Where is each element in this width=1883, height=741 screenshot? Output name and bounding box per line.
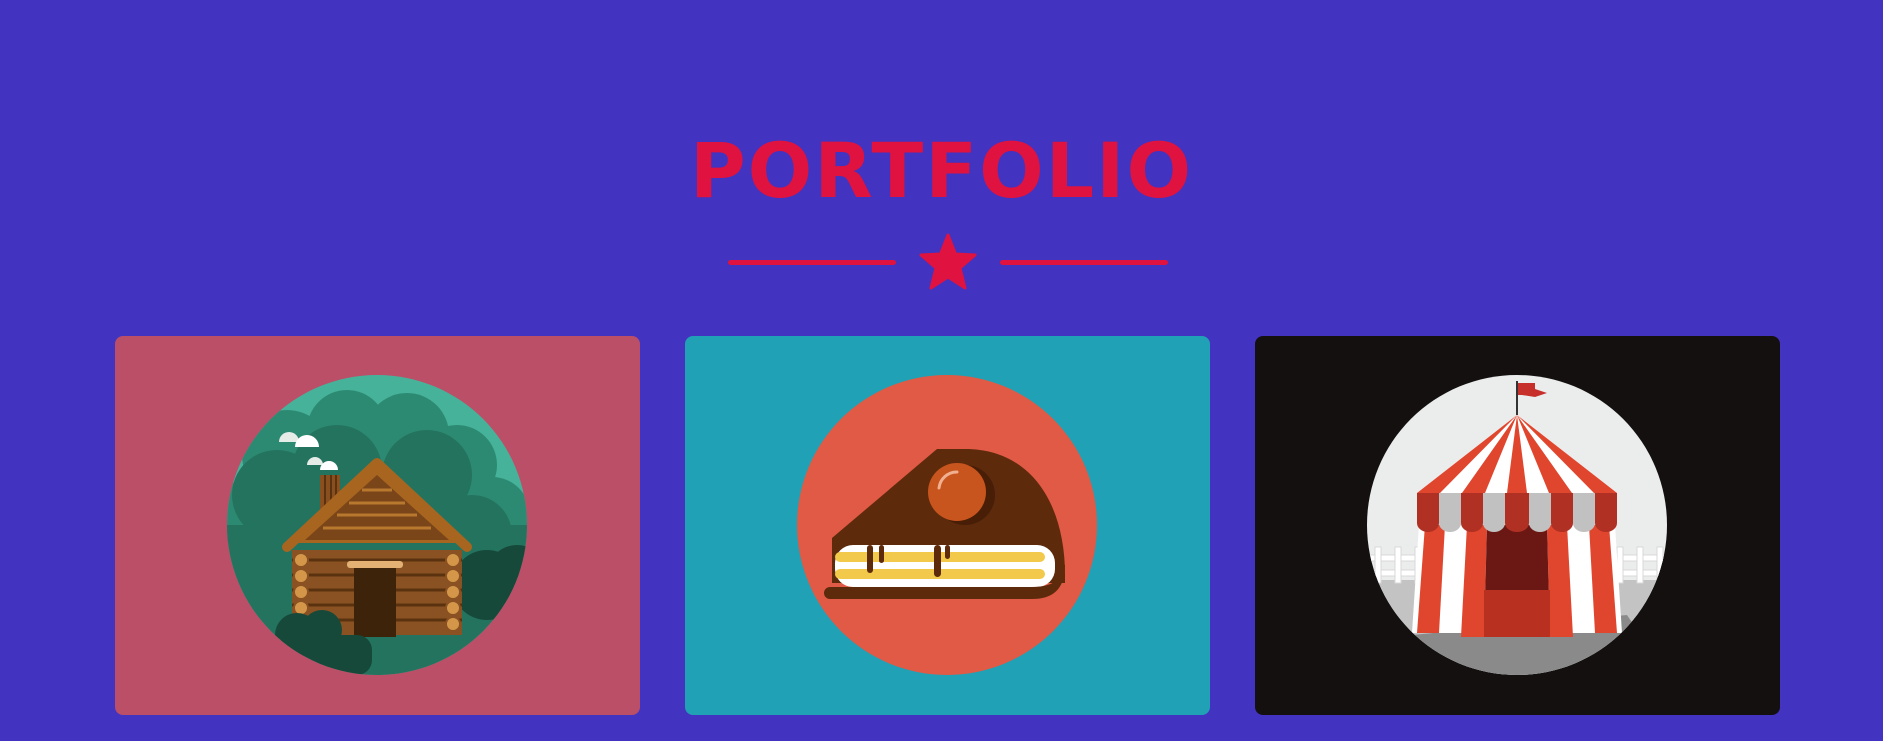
portfolio-item-circus[interactable] bbox=[1255, 336, 1780, 715]
circus-tent-illustration bbox=[1367, 375, 1667, 675]
title-divider bbox=[728, 232, 1168, 296]
section-title: PORTFOLIO bbox=[689, 126, 1194, 215]
portfolio-section: PORTFOLIO bbox=[0, 0, 1883, 741]
portfolio-item-cabin[interactable] bbox=[115, 336, 640, 715]
star-icon bbox=[919, 233, 977, 290]
cake-slice-illustration bbox=[797, 375, 1097, 675]
portfolio-item-cake[interactable] bbox=[685, 336, 1210, 715]
log-cabin-illustration bbox=[227, 375, 527, 675]
divider-line-right bbox=[1000, 260, 1168, 265]
divider-line-left bbox=[728, 260, 896, 265]
